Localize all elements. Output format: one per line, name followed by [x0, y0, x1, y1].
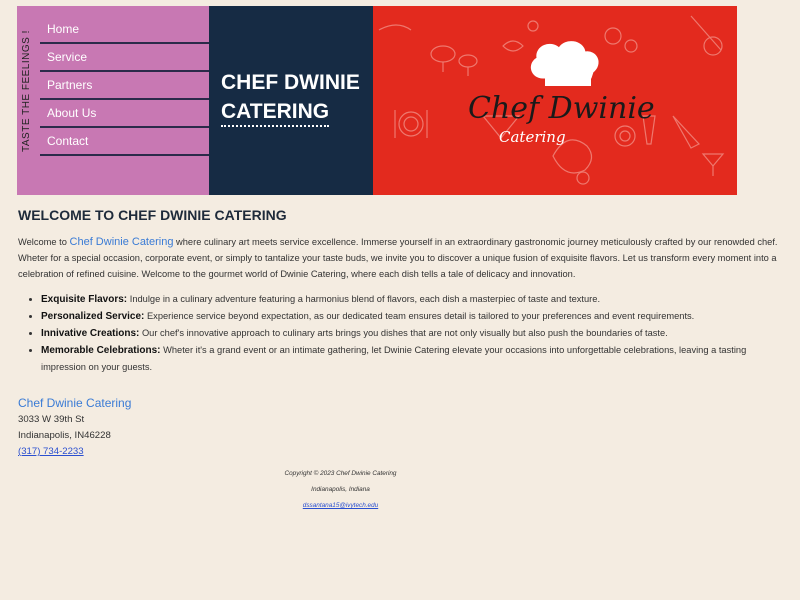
footer-location: Indianapolis, Indiana: [311, 486, 370, 493]
nav-item-service[interactable]: Service: [40, 44, 209, 72]
site-header: TASTE THE FEELINGS ! Home Service Partne…: [17, 6, 737, 195]
mushroom-icon: [430, 45, 456, 63]
footer-copyright: Copyright © 2023 Chef Dwinie Catering: [284, 470, 397, 477]
feature-title: Exquisite Flavors:: [41, 294, 128, 305]
banner-illustration: Chef Dwinie Catering: [378, 15, 725, 185]
site-title: CHEF DWINIE CATERING: [221, 68, 360, 127]
intro-paragraph: Welcome to Chef Dwinie Catering where cu…: [18, 234, 792, 282]
feature-title: Innivative Creations:: [41, 328, 140, 339]
title-panel: CHEF DWINIE CATERING: [209, 6, 373, 195]
site-title-line2: CATERING: [221, 99, 330, 127]
banner-logo-script: Chef Dwinie: [468, 91, 655, 126]
nav-item-about-us[interactable]: About Us: [40, 100, 209, 128]
feature-text: Indulge in a culinary adventure featurin…: [129, 294, 601, 304]
intro-company-link[interactable]: Chef Dwinie Catering: [70, 236, 174, 248]
contact-street: 3033 W 39th St: [18, 414, 85, 425]
nav-item-contact[interactable]: Contact: [40, 128, 209, 156]
contact-company-link[interactable]: Chef Dwinie Catering: [18, 395, 131, 411]
welcome-heading: WELCOME TO CHEF DWINIE CATERING: [18, 207, 287, 223]
bread-icon: [604, 27, 622, 45]
feature-title: Memorable Celebrations:: [41, 345, 161, 356]
nav-panel: TASTE THE FEELINGS ! Home Service Partne…: [17, 6, 209, 195]
feature-title: Personalized Service:: [41, 311, 145, 322]
knife-icon: [690, 15, 722, 51]
contact-city: Indianapolis, IN46228: [18, 430, 111, 441]
intro-prefix: Welcome to: [18, 237, 67, 247]
banner-logo-sub: Catering: [499, 128, 566, 146]
plate-icon: [398, 111, 424, 137]
feature-text: Experience service beyond expectation, a…: [146, 311, 695, 321]
hero-banner: Chef Dwinie Catering: [373, 6, 737, 195]
main-nav: Home Service Partners About Us Contact: [40, 16, 209, 156]
contact-block: Chef Dwinie Catering 3033 W 39th St Indi…: [18, 395, 131, 460]
contact-phone-link[interactable]: (317) 734-2233: [18, 444, 131, 460]
list-item: Memorable Celebrations: Wheter it's a gr…: [41, 342, 791, 375]
footer-email-link[interactable]: dssantana15@ivytech.edu: [0, 498, 681, 514]
feature-text: Our chef's innovative approach to culina…: [141, 328, 668, 338]
tagline: TASTE THE FEELINGS !: [21, 30, 32, 152]
chef-hat-icon: [530, 41, 599, 86]
list-item: Exquisite Flavors: Indulge in a culinary…: [41, 291, 791, 308]
list-item: Personalized Service: Experience service…: [41, 308, 791, 325]
page-footer: Copyright © 2023 Chef Dwinie Catering In…: [0, 466, 681, 514]
nav-item-home[interactable]: Home: [40, 16, 209, 44]
list-item: Innivative Creations: Our chef's innovat…: [41, 325, 791, 342]
site-title-line1: CHEF DWINIE: [221, 71, 360, 94]
nav-item-partners[interactable]: Partners: [40, 72, 209, 100]
features-list: Exquisite Flavors: Indulge in a culinary…: [41, 291, 791, 375]
